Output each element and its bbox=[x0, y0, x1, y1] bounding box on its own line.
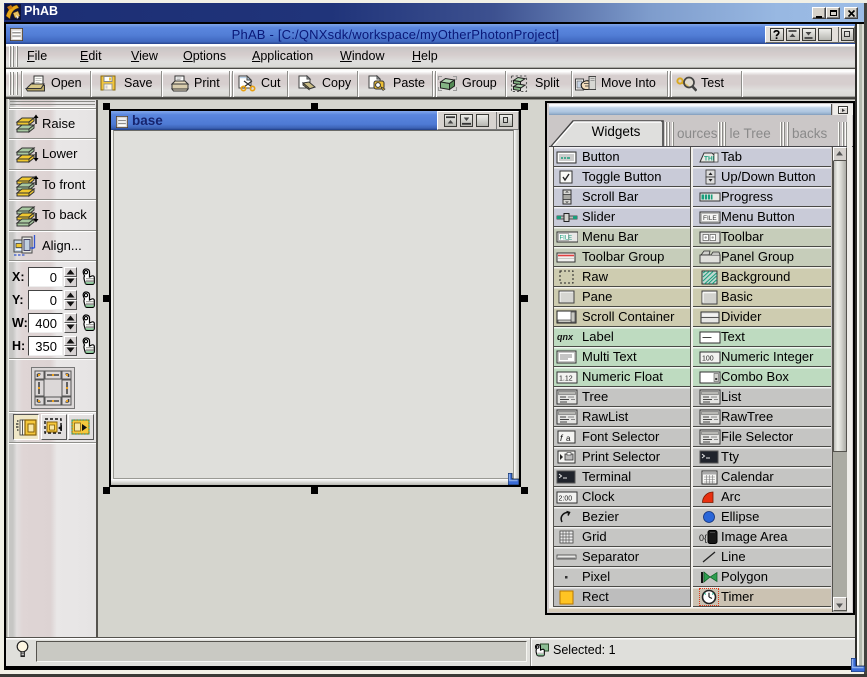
svg-text:FILE: FILE bbox=[703, 215, 717, 222]
svg-text:1.12: 1.12 bbox=[559, 376, 573, 383]
svg-text:a: a bbox=[566, 434, 571, 443]
svg-text:0{: 0{ bbox=[699, 533, 707, 543]
svg-text:FILE: FILE bbox=[560, 236, 573, 242]
svg-text:qnx: qnx bbox=[557, 332, 574, 342]
svg-text:2:00: 2:00 bbox=[559, 496, 573, 503]
svg-text:100: 100 bbox=[702, 356, 714, 363]
